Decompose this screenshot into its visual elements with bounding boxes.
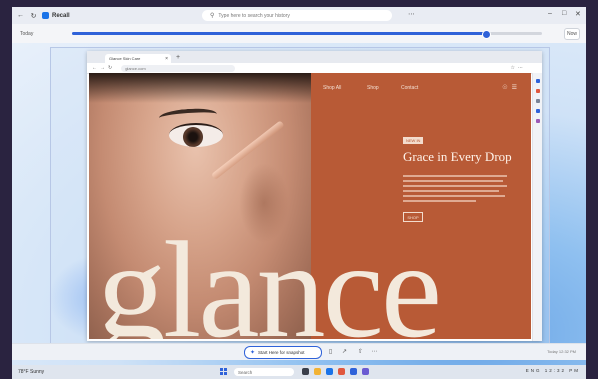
eye-shape (169, 123, 223, 147)
back-icon[interactable]: ← (16, 11, 25, 20)
file-explorer-icon[interactable] (314, 368, 321, 375)
taskbar-search[interactable]: Search (234, 368, 294, 376)
start-icon[interactable] (220, 368, 228, 376)
sparkle-icon: ✦ (250, 350, 256, 356)
sidebar-icon-5[interactable] (535, 119, 540, 123)
iris-shape (183, 127, 203, 147)
website-content: Shop All Shop Contact ☉☰ NEW IN Grace in… (89, 73, 531, 339)
app-titlebar: ← ↻ Recall ⚲ Type here to search your hi… (12, 7, 586, 24)
copy-icon[interactable]: ▯ (326, 347, 335, 356)
glance-wordmark: glance (97, 213, 442, 340)
task-view-icon[interactable] (302, 368, 309, 375)
timeline-thumb[interactable] (481, 30, 491, 39)
search-icon: ⚲ (210, 13, 215, 19)
browser-tab-title: Glance Skin Care (109, 56, 141, 61)
app-title: Recall (52, 12, 70, 19)
timeline-label: Today (20, 30, 34, 37)
url-field[interactable]: glance.com (121, 64, 236, 72)
browser-tab[interactable]: Glance Skin Care × (105, 54, 171, 63)
taskbar-apps (302, 368, 374, 375)
timeline-bar: Today Now (12, 24, 586, 43)
snapshot-area: Glance Skin Care × + ←→↻ glance.com ☆⋯ S… (12, 43, 586, 365)
recall-app-icon[interactable] (350, 368, 357, 375)
snapshot-action-bar: ✦ Start Here for snapshot ▯ ↗ ⇧ ⋯ Today … (12, 343, 586, 360)
more-icon[interactable]: ⋯ (408, 10, 415, 18)
tab-close-icon[interactable]: × (165, 56, 168, 62)
hero-headline: Grace in Every Drop (403, 149, 512, 164)
nav-link-shop[interactable]: Shop (367, 85, 379, 91)
timeline-fill (72, 32, 486, 35)
timeline-slider[interactable] (72, 30, 542, 39)
system-tray[interactable]: ENG 12:32 PM (526, 368, 580, 373)
new-in-badge: NEW IN (403, 137, 424, 144)
browser-sidebar (532, 73, 542, 341)
now-button[interactable]: Now (564, 28, 580, 40)
share-icon[interactable]: ⇧ (356, 347, 365, 356)
hair-shape (89, 73, 311, 103)
close-icon[interactable]: ✕ (575, 10, 581, 18)
click-to-do-button[interactable]: ✦ Start Here for snapshot (244, 346, 322, 359)
maximize-icon[interactable]: □ (562, 10, 566, 17)
click-to-do-label: Start Here for snapshot (258, 350, 305, 355)
cart-icon[interactable]: ☉☰ (502, 84, 521, 91)
browser-toolbar-icons[interactable]: ☆⋯ (511, 65, 526, 71)
browser-nav-icons[interactable]: ←→↻ (92, 65, 115, 71)
refresh-icon[interactable]: ↻ (29, 11, 38, 20)
history-search-input[interactable]: ⚲ Type here to search your history (202, 10, 392, 21)
new-tab-icon[interactable]: + (176, 54, 180, 61)
hero-body-text (403, 175, 507, 205)
brow-shape (158, 106, 218, 126)
taskbar: 78°F Sunny Search ENG 12:32 PM (12, 365, 586, 379)
snapshot-browser-window[interactable]: Glance Skin Care × + ←→↻ glance.com ☆⋯ S… (87, 51, 542, 341)
weather-widget[interactable]: 78°F Sunny (18, 369, 44, 375)
edge-icon[interactable] (326, 368, 333, 375)
nav-link-contact[interactable]: Contact (401, 85, 418, 91)
search-placeholder: Type here to search your history (218, 12, 290, 19)
nav-link-shop-all[interactable]: Shop All (323, 85, 341, 91)
sidebar-icon-4[interactable] (535, 109, 540, 113)
sidebar-icon-1[interactable] (535, 79, 540, 83)
store-icon[interactable] (338, 368, 345, 375)
browser-tabbar: Glance Skin Care × + (87, 51, 542, 63)
more-options-icon[interactable]: ⋯ (370, 347, 379, 356)
sidebar-icon-3[interactable] (535, 99, 540, 103)
teams-icon[interactable] (362, 368, 369, 375)
open-icon[interactable]: ↗ (340, 347, 349, 356)
sidebar-icon-2[interactable] (535, 89, 540, 93)
snapshot-timestamp: Today 12:32 PM (547, 349, 576, 354)
screen: ← ↻ Recall ⚲ Type here to search your hi… (0, 0, 598, 379)
app-logo-icon (42, 12, 49, 19)
minimize-icon[interactable]: – (548, 10, 552, 17)
